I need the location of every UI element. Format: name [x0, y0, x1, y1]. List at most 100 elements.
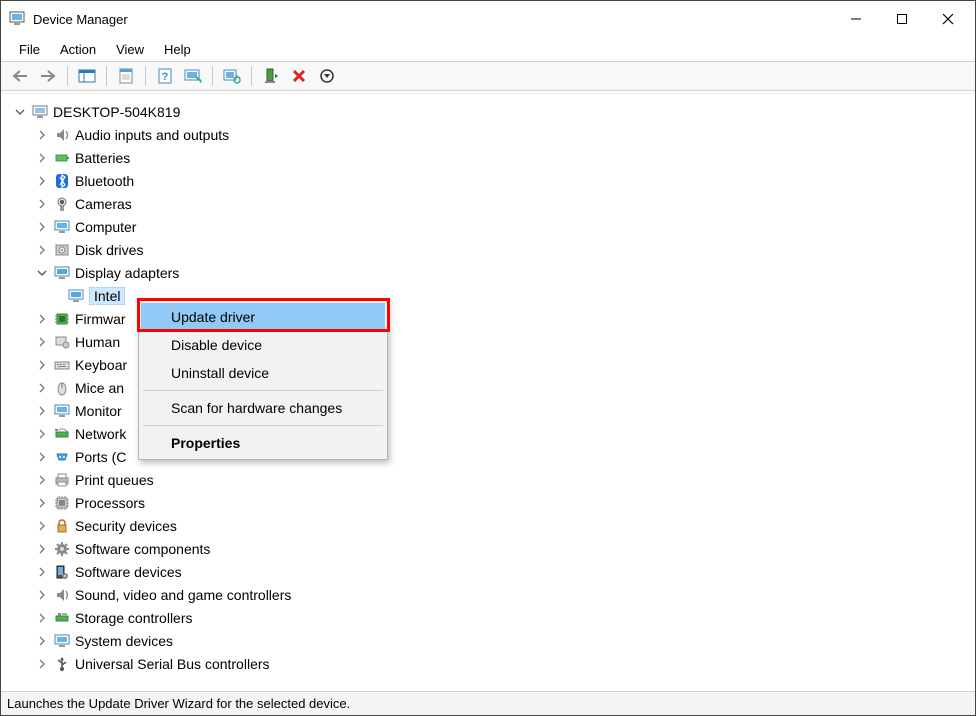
category-display-adapters[interactable]: Display adapters	[7, 261, 973, 284]
category-batteries[interactable]: Batteries	[7, 146, 973, 169]
category-system-devices[interactable]: System devices	[7, 629, 973, 652]
menubar: File Action View Help	[1, 37, 975, 61]
menu-action[interactable]: Action	[50, 40, 106, 59]
expander-icon[interactable]	[35, 312, 49, 326]
category-computer[interactable]: Computer	[7, 215, 973, 238]
expander-open-icon[interactable]	[35, 266, 49, 280]
scan-hardware-button[interactable]	[180, 64, 206, 88]
category-label: Storage controllers	[75, 610, 193, 626]
category-label: System devices	[75, 633, 173, 649]
expander-icon[interactable]	[35, 657, 49, 671]
software-device-icon	[53, 563, 71, 581]
category-software-devices[interactable]: Software devices	[7, 560, 973, 583]
ctx-separator	[143, 425, 383, 426]
expander-icon[interactable]	[35, 588, 49, 602]
category-label: Software components	[75, 541, 210, 557]
expander-icon[interactable]	[35, 496, 49, 510]
expander-icon[interactable]	[35, 381, 49, 395]
category-label: Print queues	[75, 472, 154, 488]
expander-icon[interactable]	[35, 611, 49, 625]
ctx-update-driver[interactable]: Update driver	[141, 303, 385, 331]
menu-file[interactable]: File	[9, 40, 50, 59]
menu-help[interactable]: Help	[154, 40, 201, 59]
display-adapter-icon	[53, 264, 71, 282]
app-icon	[9, 11, 25, 27]
show-hide-tree-button[interactable]	[74, 64, 100, 88]
expander-icon[interactable]	[35, 450, 49, 464]
category-sound[interactable]: Sound, video and game controllers	[7, 583, 973, 606]
sound-icon	[53, 586, 71, 604]
disk-icon	[53, 241, 71, 259]
printer-icon	[53, 471, 71, 489]
ctx-properties[interactable]: Properties	[141, 429, 385, 457]
expander-icon[interactable]	[35, 634, 49, 648]
expander-icon[interactable]	[35, 128, 49, 142]
minimize-button[interactable]	[833, 4, 879, 34]
category-print-queues[interactable]: Print queues	[7, 468, 973, 491]
window-title: Device Manager	[33, 12, 128, 27]
enable-device-button[interactable]	[258, 64, 284, 88]
disable-device-button[interactable]	[314, 64, 340, 88]
category-bluetooth[interactable]: Bluetooth	[7, 169, 973, 192]
battery-icon	[53, 149, 71, 167]
system-icon	[53, 632, 71, 650]
tree-root[interactable]: DESKTOP-504K819	[7, 100, 973, 123]
expander-icon[interactable]	[35, 197, 49, 211]
expander-icon[interactable]	[35, 427, 49, 441]
nav-forward-button[interactable]	[35, 64, 61, 88]
expander-icon[interactable]	[35, 519, 49, 533]
category-label: Universal Serial Bus controllers	[75, 656, 270, 672]
category-disk-drives[interactable]: Disk drives	[7, 238, 973, 261]
ctx-separator	[143, 390, 383, 391]
category-label: Disk drives	[75, 242, 143, 258]
firmware-icon	[53, 310, 71, 328]
category-label: Cameras	[75, 196, 132, 212]
camera-icon	[53, 195, 71, 213]
expander-icon[interactable]	[35, 151, 49, 165]
expander-icon[interactable]	[35, 220, 49, 234]
ctx-scan-hardware[interactable]: Scan for hardware changes	[141, 394, 385, 422]
expander-icon[interactable]	[35, 473, 49, 487]
nav-back-button[interactable]	[7, 64, 33, 88]
processor-icon	[53, 494, 71, 512]
expander-open-icon[interactable]	[13, 105, 27, 119]
expander-icon[interactable]	[35, 335, 49, 349]
update-driver-button[interactable]	[219, 64, 245, 88]
category-label: Display adapters	[75, 265, 179, 281]
category-label: Human	[75, 334, 120, 350]
category-usb[interactable]: Universal Serial Bus controllers	[7, 652, 973, 675]
toolbar: ?	[1, 61, 975, 91]
expander-icon[interactable]	[35, 542, 49, 556]
svg-text:?: ?	[162, 71, 169, 83]
category-storage-controllers[interactable]: Storage controllers	[7, 606, 973, 629]
category-label: Computer	[75, 219, 136, 235]
storage-icon	[53, 609, 71, 627]
expander-icon[interactable]	[35, 358, 49, 372]
category-audio[interactable]: Audio inputs and outputs	[7, 123, 973, 146]
expander-icon[interactable]	[35, 243, 49, 257]
category-label: Monitor	[75, 403, 122, 419]
menu-view[interactable]: View	[106, 40, 154, 59]
category-label: Network	[75, 426, 126, 442]
expander-icon[interactable]	[35, 404, 49, 418]
computer-root-icon	[31, 103, 49, 121]
properties-button[interactable]	[113, 64, 139, 88]
statusbar: Launches the Update Driver Wizard for th…	[1, 691, 975, 715]
keyboard-icon	[53, 356, 71, 374]
maximize-button[interactable]	[879, 4, 925, 34]
computer-icon	[53, 218, 71, 236]
expander-icon[interactable]	[35, 174, 49, 188]
device-label-selected: Intel	[89, 287, 125, 305]
category-cameras[interactable]: Cameras	[7, 192, 973, 215]
category-processors[interactable]: Processors	[7, 491, 973, 514]
expander-icon[interactable]	[35, 565, 49, 579]
category-label: Bluetooth	[75, 173, 134, 189]
help-button[interactable]: ?	[152, 64, 178, 88]
category-software-components[interactable]: Software components	[7, 537, 973, 560]
category-security[interactable]: Security devices	[7, 514, 973, 537]
hid-icon	[53, 333, 71, 351]
ctx-uninstall-device[interactable]: Uninstall device	[141, 359, 385, 387]
close-button[interactable]	[925, 4, 971, 34]
ctx-disable-device[interactable]: Disable device	[141, 331, 385, 359]
uninstall-device-button[interactable]	[286, 64, 312, 88]
